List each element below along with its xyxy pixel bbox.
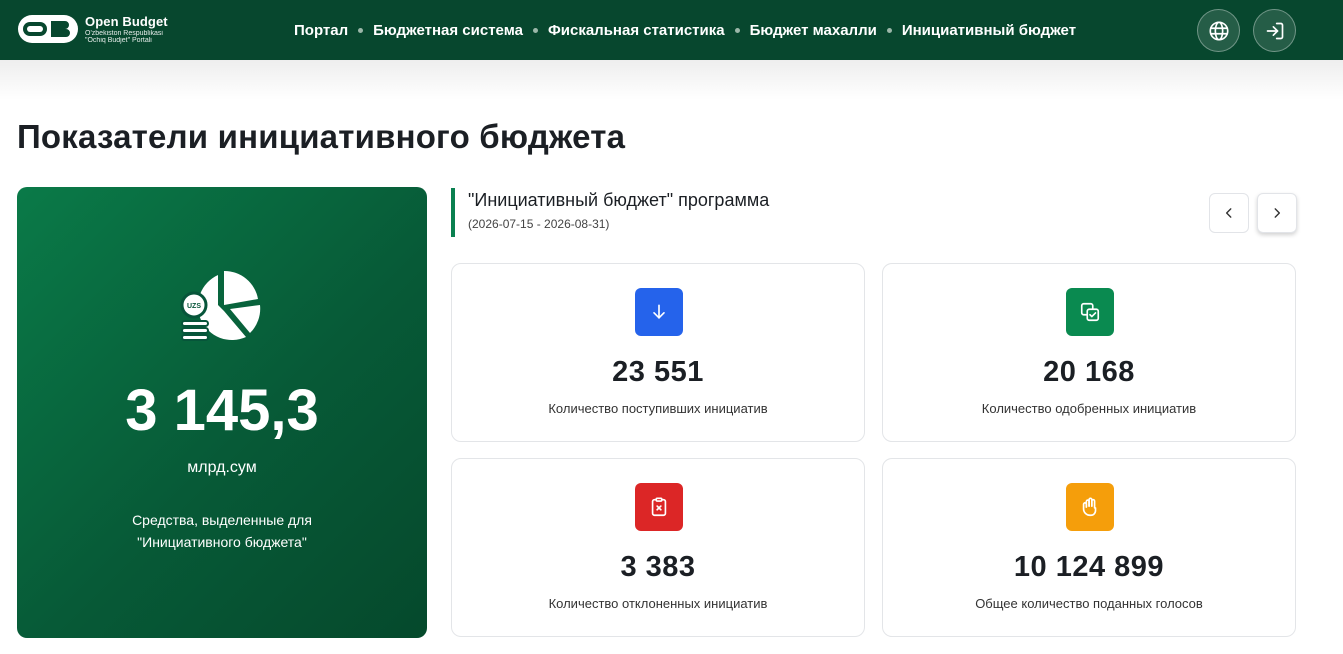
allocated-funds-description: Средства, выделенные для "Инициативного … xyxy=(132,512,312,550)
main-nav: Портал Бюджетная система Фискальная стат… xyxy=(294,0,1076,60)
stat-card-submitted: 23 551 Количество поступивших инициатив xyxy=(451,263,865,442)
stat-value: 23 551 xyxy=(612,356,704,388)
stat-label: Общее количество поданных голосов xyxy=(975,596,1203,611)
logo-title: Open Budget xyxy=(85,13,168,29)
top-navbar: Open Budget O'zbekiston Respublikasi "Oc… xyxy=(0,0,1343,60)
stat-icon-box xyxy=(1066,288,1114,336)
arrow-down-icon xyxy=(653,304,665,319)
globe-icon xyxy=(1208,20,1229,41)
next-button[interactable] xyxy=(1257,193,1297,233)
open-budget-logo-icon xyxy=(18,15,78,43)
logo-subtitle-1: O'zbekiston Respublikasi xyxy=(85,29,163,37)
header-shadow xyxy=(0,60,1343,100)
program-header: "Инициативный бюджет" программа (2026-07… xyxy=(451,188,769,237)
nav-budget-system[interactable]: Бюджетная система xyxy=(373,22,523,39)
login-button[interactable] xyxy=(1253,9,1296,52)
hand-icon xyxy=(1082,497,1097,517)
nav-portal[interactable]: Портал xyxy=(294,22,348,39)
nav-separator xyxy=(532,27,538,33)
stat-icon-box xyxy=(635,483,683,531)
nav-fiscal-statistics[interactable]: Фискальная статистика xyxy=(548,22,725,39)
nav-separator xyxy=(886,27,892,33)
login-icon xyxy=(1266,22,1283,39)
nav-separator xyxy=(358,27,364,33)
nav-initiative-budget[interactable]: Инициативный бюджет xyxy=(902,22,1076,39)
stat-card-rejected: 3 383 Количество отклоненных инициатив xyxy=(451,458,865,637)
hero-icon-label: UZS xyxy=(187,303,201,310)
page-title: Показатели инициативного бюджета xyxy=(17,118,626,155)
logo[interactable]: Open Budget O'zbekiston Respublikasi "Oc… xyxy=(17,12,168,46)
previous-button[interactable] xyxy=(1209,193,1249,233)
copy-check-icon xyxy=(1080,302,1100,322)
logo-subtitle-2: "Ochiq Budjet" Portali xyxy=(85,36,152,44)
stat-value: 20 168 xyxy=(1043,356,1135,388)
program-title: "Инициативный бюджет" программа xyxy=(468,190,770,210)
budget-chart-coins-icon: UZS xyxy=(180,270,261,341)
nav-separator xyxy=(734,27,740,33)
clipboard-x-icon xyxy=(651,497,667,517)
stat-label: Количество отклоненных инициатив xyxy=(548,596,768,611)
stat-value: 10 124 899 xyxy=(1013,551,1165,583)
allocated-funds-card: UZS 3 145,3 млрд.сум Средства, выделенны… xyxy=(17,187,427,638)
stat-icon-box xyxy=(635,288,683,336)
allocated-funds-unit: млрд.сум xyxy=(187,459,257,476)
program-dates: (2026-07-15 - 2026-08-31) xyxy=(468,217,610,231)
stat-label: Количество одобренных инициатив xyxy=(981,401,1197,416)
stat-card-votes: 10 124 899 Общее количество поданных гол… xyxy=(882,458,1296,637)
stat-card-approved: 20 168 Количество одобренных инициатив xyxy=(882,263,1296,442)
stat-icon-box xyxy=(1066,483,1114,531)
chevron-right-icon xyxy=(1274,208,1281,218)
allocated-funds-value: 3 145,3 xyxy=(125,378,319,443)
stat-value: 3 383 xyxy=(620,551,696,583)
chevron-left-icon xyxy=(1225,208,1232,218)
language-button[interactable] xyxy=(1197,9,1240,52)
stat-label: Количество поступивших инициатив xyxy=(548,401,768,416)
nav-mahalla-budget[interactable]: Бюджет махалли xyxy=(750,22,877,39)
